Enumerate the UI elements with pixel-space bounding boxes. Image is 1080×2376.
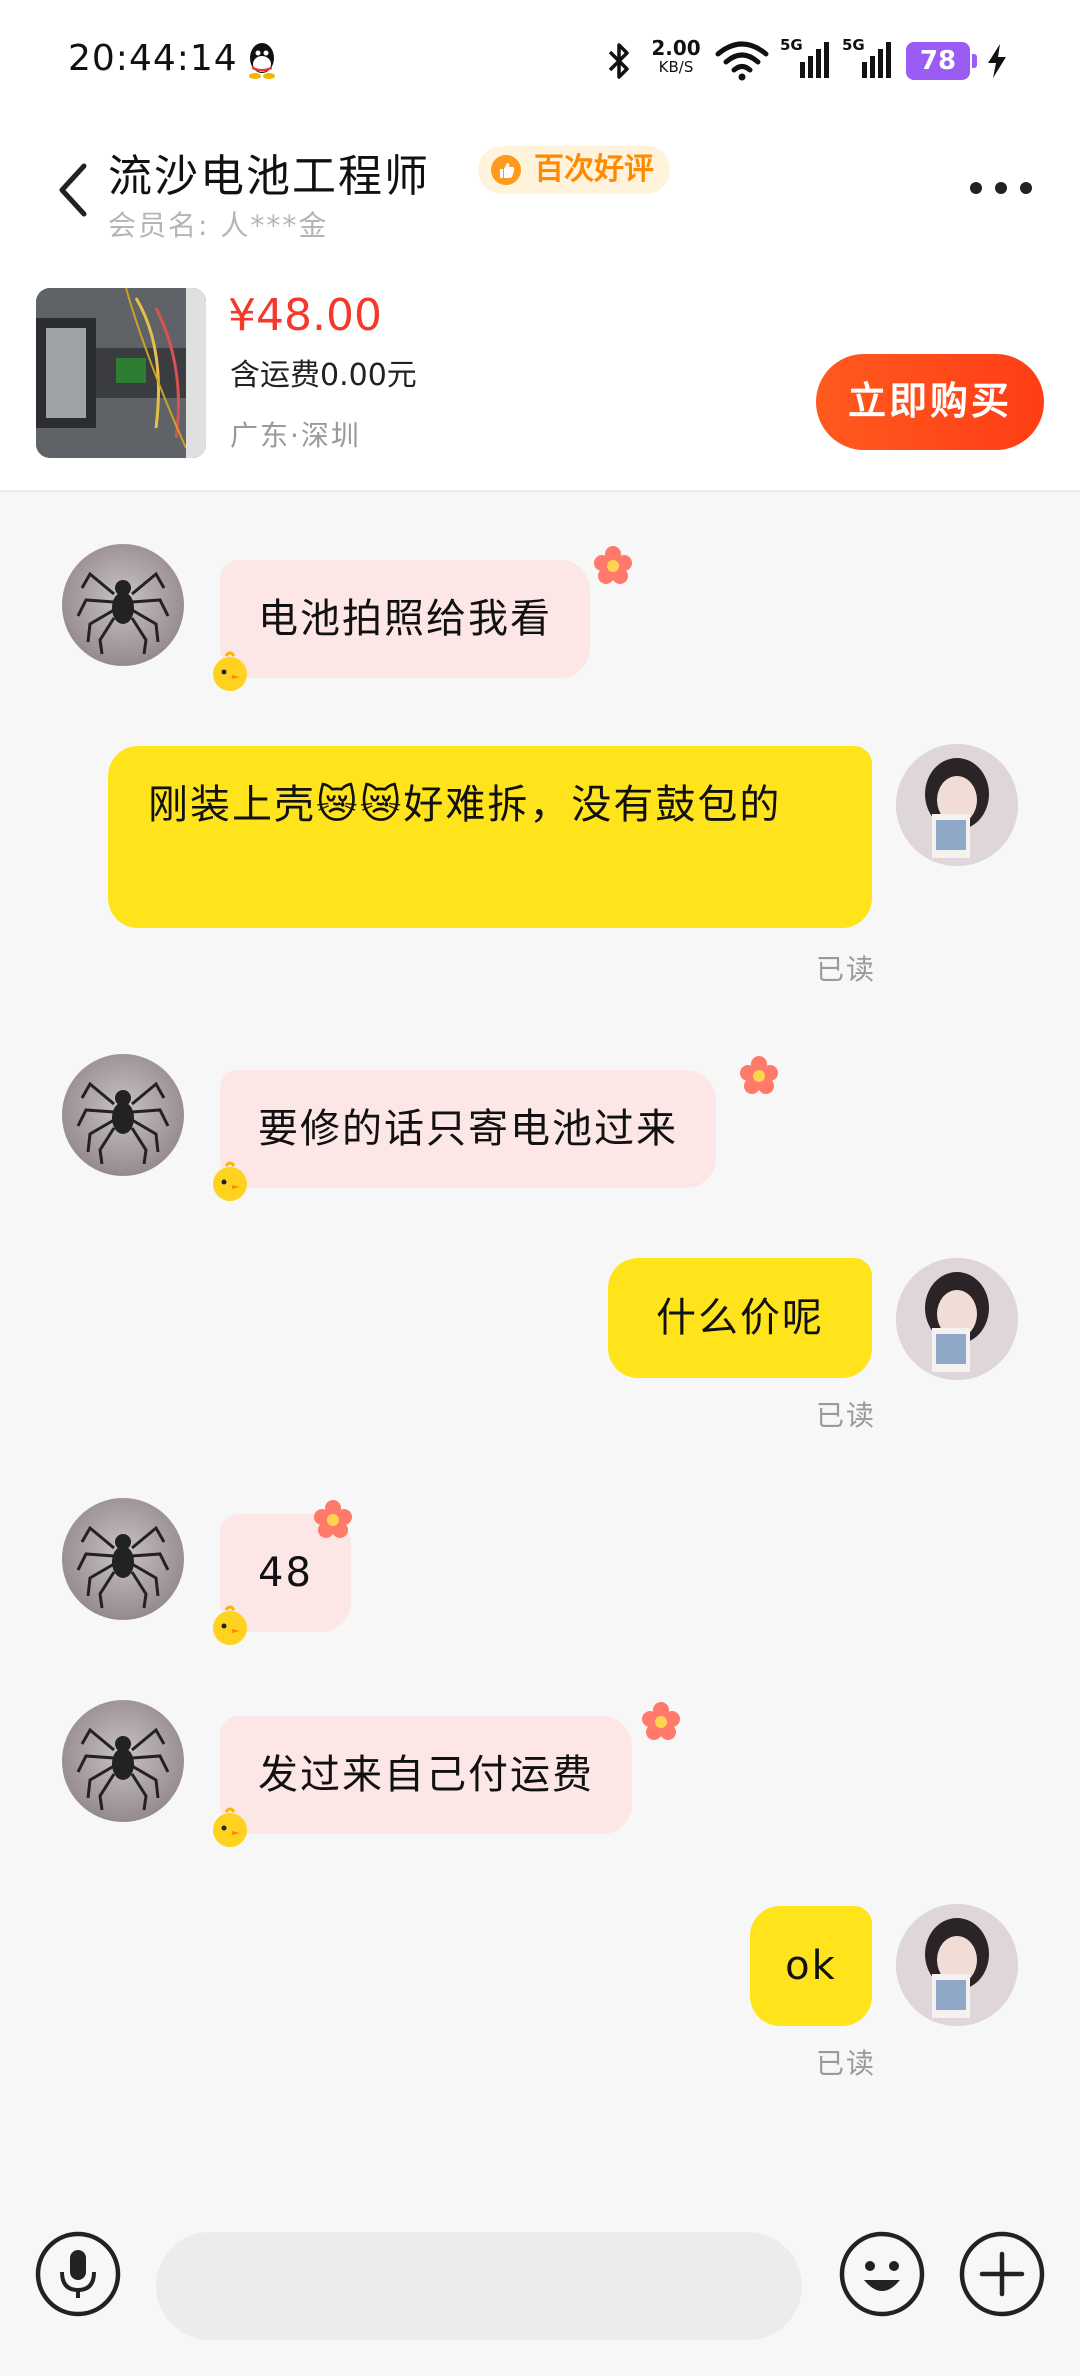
read-status: 已读: [816, 2047, 877, 2080]
message-text: 什么价呢: [656, 1295, 824, 1341]
spider-icon: [76, 1727, 170, 1811]
user-photo: [896, 1258, 1018, 1380]
member-name: 会员名: 人***金: [108, 209, 329, 242]
chat-list[interactable]: 电池拍照给我看 刚装上壳😿😿好难拆，没有鼓包的 已读 要修的话只寄电池过来 什么…: [0, 494, 1080, 2184]
rating-badge-label: 百次好评: [534, 152, 654, 187]
emoji-icon[interactable]: [838, 2230, 926, 2318]
chick-icon: [213, 1161, 247, 1201]
network-speed-value: 2.00: [651, 36, 701, 60]
product-location: 广东·深圳: [230, 419, 361, 452]
chick-icon: [213, 1807, 247, 1847]
more-options-icon[interactable]: [966, 176, 1036, 200]
chick-icon: [213, 1605, 247, 1645]
read-status: 已读: [816, 1399, 877, 1432]
microphone-icon[interactable]: [34, 2230, 122, 2318]
message-text: 发过来自己付运费: [258, 1752, 594, 1798]
flower-icon: [642, 1702, 680, 1740]
battery-icon: 78: [906, 42, 977, 80]
product-image[interactable]: [36, 288, 206, 458]
message-text: 48: [258, 1550, 313, 1596]
product-card: ¥48.00 含运费0.00元 广东·深圳 立即购买: [0, 260, 1080, 492]
user-photo: [896, 744, 1018, 866]
message-input[interactable]: [156, 2232, 802, 2340]
spider-icon: [76, 571, 170, 655]
network-speed-unit: KB/S: [658, 58, 694, 76]
seller-avatar[interactable]: [62, 544, 184, 666]
thumbs-up-icon: [491, 155, 521, 185]
message-text: 要修的话只寄电池过来: [258, 1106, 678, 1152]
charging-icon: [988, 44, 1006, 78]
buy-now-button[interactable]: 立即购买: [816, 354, 1044, 450]
wifi-icon: [715, 41, 769, 81]
plus-icon[interactable]: [958, 2230, 1046, 2318]
user-photo: [896, 1904, 1018, 2026]
seller-avatar[interactable]: [62, 1700, 184, 1822]
network-speed: 2.00 KB/S: [650, 38, 702, 76]
signal-bars-icon: [862, 42, 891, 78]
message-bubble-incoming[interactable]: 发过来自己付运费: [220, 1716, 632, 1834]
back-icon[interactable]: [52, 158, 92, 222]
spider-icon: [76, 1525, 170, 1609]
message-text: 刚装上壳😿😿好难拆，没有鼓包的: [148, 782, 782, 828]
input-bar: [0, 2184, 1080, 2376]
my-avatar[interactable]: [896, 1258, 1018, 1380]
seller-name: 流沙电池工程师: [108, 151, 430, 202]
bluetooth-icon: [608, 43, 629, 79]
read-status: 已读: [816, 953, 877, 986]
message-bubble-incoming[interactable]: 电池拍照给我看: [220, 560, 590, 678]
chick-icon: [213, 651, 247, 691]
seller-avatar[interactable]: [62, 1054, 184, 1176]
spider-icon: [76, 1081, 170, 1165]
my-avatar[interactable]: [896, 1904, 1018, 2026]
seller-avatar[interactable]: [62, 1498, 184, 1620]
qq-icon: [249, 43, 275, 79]
rating-badge: 百次好评: [478, 146, 670, 194]
signal-icon-2: 5G: [842, 36, 894, 80]
message-bubble-outgoing[interactable]: 刚装上壳😿😿好难拆，没有鼓包的: [108, 746, 872, 928]
product-price: ¥48.00: [228, 290, 382, 341]
shipping-info: 含运费0.00元: [230, 358, 417, 393]
message-text: ok: [785, 1943, 837, 1989]
flower-icon: [594, 546, 632, 584]
signal-icon-1: 5G: [780, 36, 832, 80]
status-time: 20:44:14: [68, 38, 238, 79]
product-photo: [36, 288, 206, 458]
chat-header: 流沙电池工程师 百次好评 会员名: 人***金: [0, 120, 1080, 260]
flower-icon: [314, 1500, 352, 1538]
my-avatar[interactable]: [896, 744, 1018, 866]
message-bubble-outgoing[interactable]: 什么价呢: [608, 1258, 872, 1378]
status-bar: 20:44:14 2.00 KB/S 5G 5G 78: [0, 0, 1080, 120]
flower-icon: [740, 1056, 778, 1094]
signal-bars-icon: [800, 42, 829, 78]
message-bubble-outgoing[interactable]: ok: [750, 1906, 872, 2026]
message-bubble-incoming[interactable]: 要修的话只寄电池过来: [220, 1070, 716, 1188]
message-text: 电池拍照给我看: [258, 596, 552, 642]
battery-level: 78: [919, 46, 957, 76]
